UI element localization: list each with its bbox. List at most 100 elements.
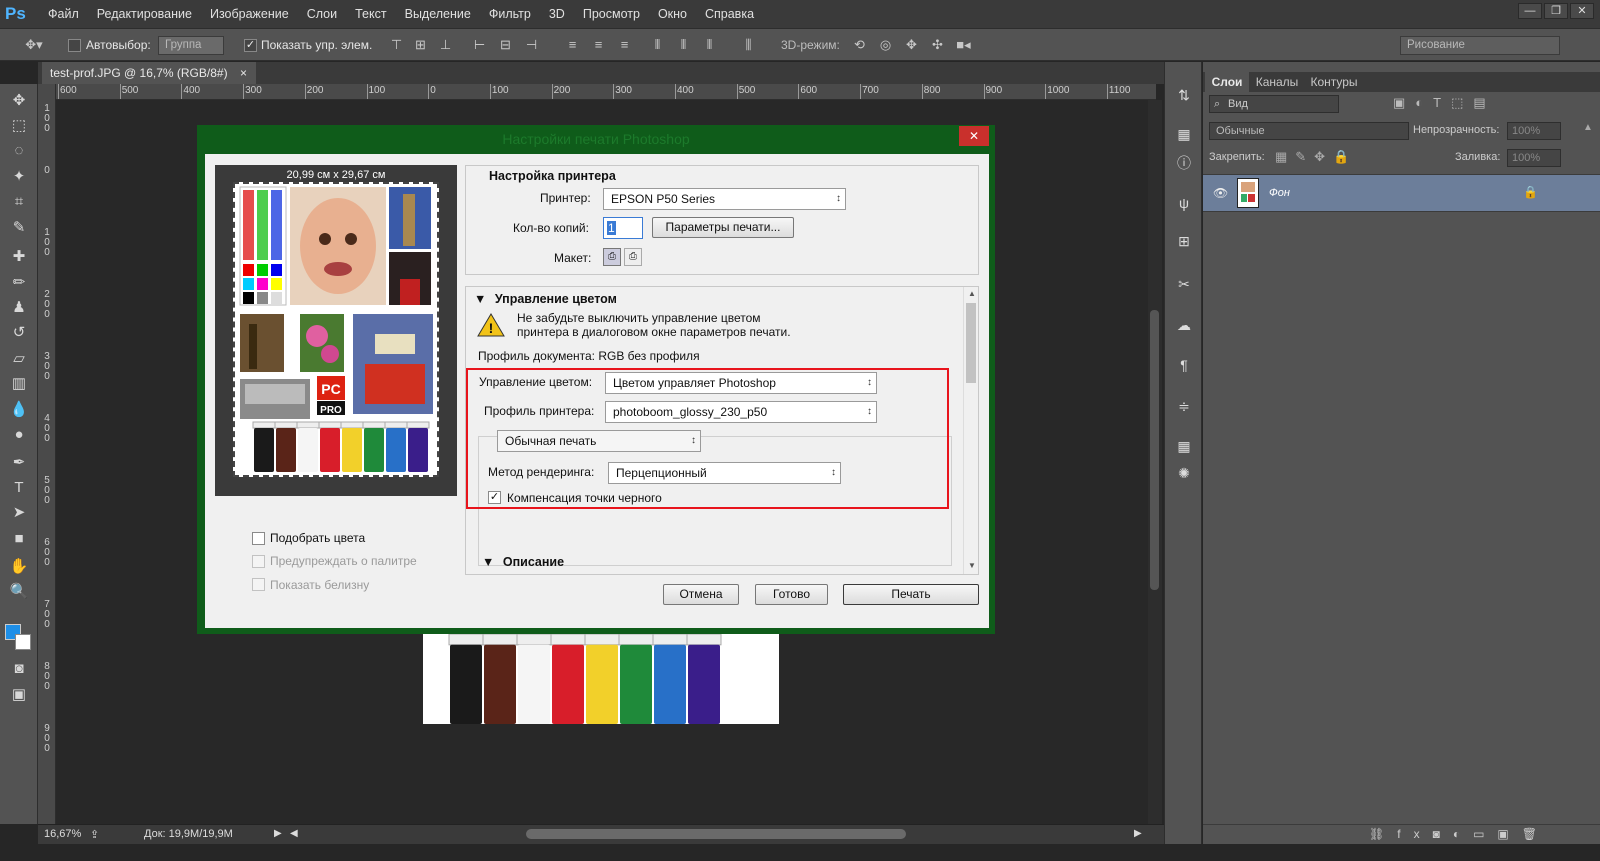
menu-item[interactable]: Изображение [201, 0, 298, 28]
portrait-layout-icon[interactable]: ⎙ [603, 248, 621, 266]
workspace-dropdown[interactable]: Рисование [1400, 36, 1560, 55]
document-tab[interactable]: test-prof.JPG @ 16,7% (RGB/8#) × [42, 62, 256, 84]
brush-presets-icon[interactable]: ψ [1173, 192, 1195, 214]
restore-button[interactable]: ❐ [1544, 3, 1568, 19]
healing-brush-icon[interactable]: ✚ [8, 246, 30, 268]
info-panel-icon[interactable]: ⓘ [1173, 152, 1195, 174]
distribute-top-icon[interactable]: ≡ [564, 37, 581, 53]
layer-name[interactable]: Фон [1269, 187, 1290, 199]
path-selection-icon[interactable]: ➤ [8, 502, 30, 524]
status-menu-arrow-icon[interactable]: ▶ [274, 828, 282, 839]
layer-filter-dropdown[interactable]: ⌕ Вид [1209, 95, 1339, 113]
move-tool-icon[interactable]: ✥ [8, 90, 30, 112]
align-top-icon[interactable]: ⊤ [388, 37, 405, 53]
marquee-tool-icon[interactable]: ⬚ [8, 115, 30, 137]
tab-channels[interactable]: Каналы [1251, 72, 1303, 92]
menu-item[interactable]: 3D [540, 0, 574, 28]
landscape-layout-icon[interactable]: ⎙ [624, 248, 642, 266]
close-button[interactable]: ✕ [1570, 3, 1594, 19]
history-brush-icon[interactable]: ↺ [8, 322, 30, 344]
align-bottom-icon[interactable]: ⊥ [437, 37, 454, 53]
document-image[interactable] [423, 633, 779, 724]
navigator-icon[interactable]: ✺ [1173, 462, 1195, 484]
clone-source-icon[interactable]: ⊞ [1173, 230, 1195, 252]
3d-rotate-icon[interactable]: ⟲ [851, 37, 868, 53]
auto-align-icon[interactable]: ⫼ [740, 37, 757, 53]
color-mgmt-scrollbar[interactable]: ▲ ▼ [963, 287, 978, 574]
menu-item[interactable]: Текст [346, 0, 395, 28]
menu-item[interactable]: Окно [649, 0, 696, 28]
brush-tool-icon[interactable]: ✏ [8, 272, 30, 294]
3d-pan-icon[interactable]: ✥ [903, 37, 920, 53]
layer-filter-icons[interactable]: ▣◐T⬚▤ [1393, 95, 1496, 111]
zoom-tool-icon[interactable]: 🔍 [8, 581, 30, 603]
vertical-scrollbar[interactable] [1148, 100, 1162, 824]
scroll-thumb[interactable] [966, 303, 976, 383]
horizontal-scrollbar[interactable] [526, 829, 906, 839]
move-tool-icon[interactable]: ✥▾ [20, 37, 48, 53]
fill-input[interactable]: 100% [1507, 149, 1561, 167]
libraries-icon[interactable]: ☁ [1173, 314, 1195, 336]
distribute-left-icon[interactable]: ⦀ [649, 37, 666, 53]
magic-wand-icon[interactable]: ✦ [8, 166, 30, 188]
align-hcenter-icon[interactable]: ⊟ [497, 37, 514, 53]
distribute-hcenter-icon[interactable]: ⦀ [675, 37, 692, 53]
clone-stamp-icon[interactable]: ♟ [8, 297, 30, 319]
collapse-arrow-icon[interactable]: ▼ [474, 292, 486, 306]
3d-slide-icon[interactable]: ✣ [929, 37, 946, 53]
rectangle-tool-icon[interactable]: ■ [8, 528, 30, 550]
blur-tool-icon[interactable]: 💧 [8, 399, 30, 421]
menu-item[interactable]: Выделение [396, 0, 480, 28]
opacity-input[interactable]: 100% [1507, 122, 1561, 140]
distribute-vcenter-icon[interactable]: ≡ [590, 37, 607, 53]
tab-paths[interactable]: Контуры [1305, 72, 1363, 92]
layer-row[interactable]: 👁 Фон 🔒 [1203, 174, 1600, 212]
screen-mode-icon[interactable]: ▣ [8, 684, 30, 706]
close-tab-icon[interactable]: × [240, 62, 247, 84]
3d-scale-icon[interactable]: ■◂ [955, 37, 972, 53]
menu-item[interactable]: Редактирование [88, 0, 201, 28]
printer-dropdown[interactable]: EPSON P50 Series [603, 188, 846, 210]
align-right-icon[interactable]: ⊣ [523, 37, 540, 53]
properties-panel-icon[interactable]: ▦ [1173, 123, 1195, 145]
print-button[interactable]: Печать [843, 584, 979, 605]
menu-item[interactable]: Фильтр [480, 0, 540, 28]
blend-mode-dropdown[interactable]: Обычные [1209, 122, 1409, 140]
swatches-icon[interactable]: ▦ [1173, 435, 1195, 457]
pen-tool-icon[interactable]: ✒ [8, 452, 30, 474]
export-icon[interactable]: ⇪ [90, 828, 99, 841]
menu-item[interactable]: Файл [39, 0, 88, 28]
done-button[interactable]: Готово [755, 584, 828, 605]
quick-mask-icon[interactable]: ◙ [8, 658, 30, 680]
autoselect-dropdown[interactable]: Группа [158, 36, 224, 55]
menu-item[interactable]: Справка [696, 0, 763, 28]
distribute-bottom-icon[interactable]: ≡ [616, 37, 633, 53]
crop-tool-icon[interactable]: ⌗ [8, 191, 30, 213]
panel-scroll-icon[interactable]: ▲ [1583, 122, 1597, 162]
print-settings-button[interactable]: Параметры печати... [652, 217, 794, 238]
character-styles-icon[interactable]: ¶ [1173, 354, 1195, 376]
minimize-button[interactable]: — [1518, 3, 1542, 19]
layer-action-icons[interactable]: ⛓fx◙◐▭▣🗑 [1369, 827, 1550, 841]
adjustments-icon[interactable]: ≑ [1173, 395, 1195, 417]
show-controls-checkbox[interactable]: ✓ [244, 39, 257, 52]
copies-input[interactable]: 1 [603, 217, 643, 239]
3d-roll-icon[interactable]: ◎ [877, 37, 894, 53]
distribute-right-icon[interactable]: ⦀ [701, 37, 718, 53]
eye-icon[interactable]: 👁 [1213, 186, 1228, 200]
align-vcenter-icon[interactable]: ⊞ [412, 37, 429, 53]
dialog-close-button[interactable]: ✕ [959, 126, 989, 146]
eraser-tool-icon[interactable]: ▱ [8, 348, 30, 370]
tool-presets-icon[interactable]: ✂ [1173, 273, 1195, 295]
lock-icons[interactable]: ▦✎✥🔒 [1275, 149, 1357, 165]
scroll-down-icon[interactable]: ▼ [968, 561, 976, 570]
tab-layers[interactable]: Слои [1205, 72, 1249, 92]
history-panel-icon[interactable]: ⇅ [1173, 84, 1195, 106]
cancel-button[interactable]: Отмена [663, 584, 739, 605]
match-colors-checkbox[interactable] [252, 532, 265, 545]
scroll-up-icon[interactable]: ▲ [968, 289, 976, 298]
hand-tool-icon[interactable]: ✋ [8, 556, 30, 578]
scroll-right-icon[interactable]: ▶ [1134, 828, 1142, 839]
expand-arrow-icon[interactable]: ▼ [482, 555, 494, 569]
autoselect-checkbox[interactable] [68, 39, 81, 52]
